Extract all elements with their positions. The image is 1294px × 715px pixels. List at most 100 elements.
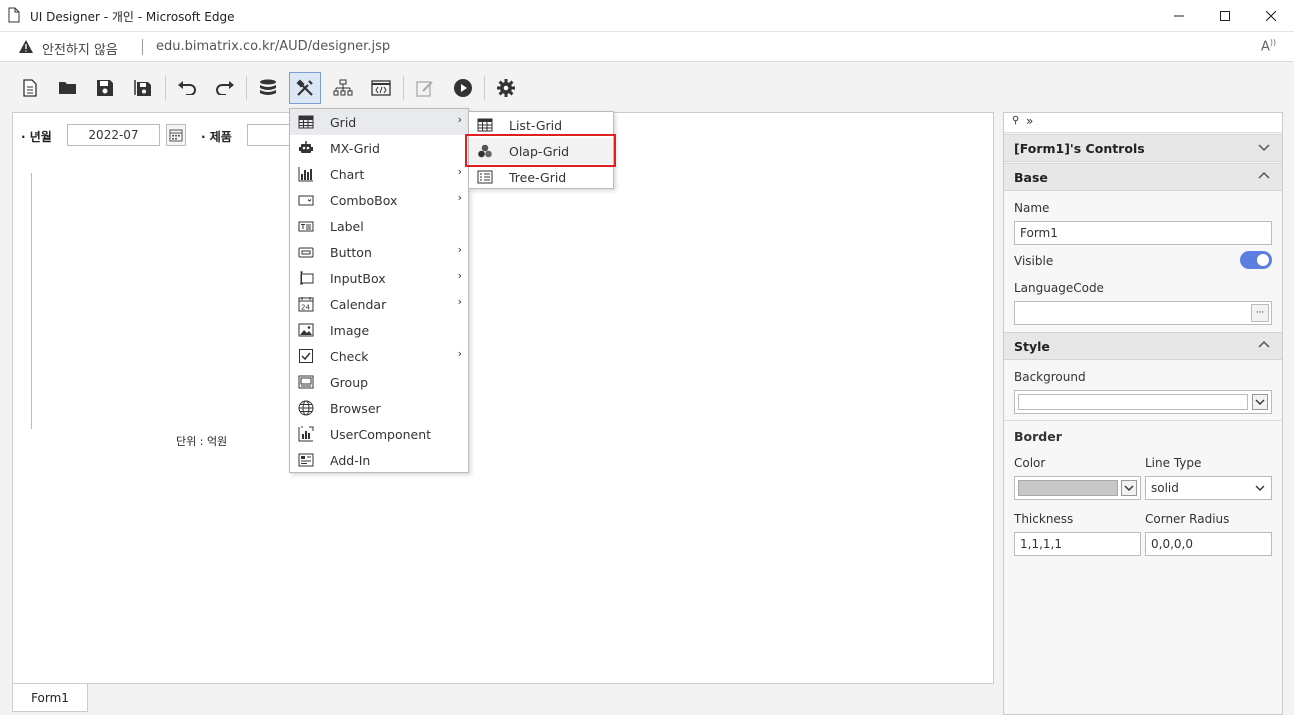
line-type-value: solid [1151, 481, 1179, 495]
menu-item-label: Add-In [330, 453, 371, 468]
menu-item-check[interactable]: Check › [290, 343, 468, 369]
minimize-icon [1174, 15, 1184, 17]
security-status[interactable]: 안전하지 않음 [42, 39, 118, 58]
menu-item-group[interactable]: Group [290, 369, 468, 395]
button-icon [298, 247, 314, 258]
open-folder-icon [59, 82, 76, 94]
menu-item-browser[interactable]: Browser [290, 395, 468, 421]
menu-item-label: MX-Grid [330, 141, 380, 156]
chevron-down-icon [1258, 144, 1270, 152]
period-label: · 년월 [21, 130, 52, 144]
designer-toolbar [0, 62, 1294, 108]
product-label: · 제품 [201, 130, 232, 144]
menu-item-inputbox[interactable]: InputBox › [290, 265, 468, 291]
redo-button[interactable] [209, 72, 241, 104]
save-button[interactable] [89, 72, 121, 104]
read-aloud-icon[interactable]: A)) [1261, 38, 1276, 54]
chevron-right-icon: › [457, 347, 462, 360]
color-label: Color [1014, 456, 1046, 470]
warning-icon[interactable] [18, 39, 34, 54]
menu-item-grid[interactable]: Grid › [290, 109, 468, 135]
period-input[interactable]: 2022-07 [67, 124, 160, 146]
menu-item-label: Button [330, 245, 372, 260]
window-titlebar: UI Designer - 개인 - Microsoft Edge [0, 0, 1294, 32]
settings-button[interactable] [490, 72, 522, 104]
close-button[interactable] [1248, 0, 1294, 32]
menu-item-add-in[interactable]: Add-In [290, 447, 468, 473]
calendar-button[interactable] [166, 124, 186, 146]
visible-label: Visible [1014, 254, 1054, 268]
menu-item-chart[interactable]: Chart › [290, 161, 468, 187]
menu-item-label[interactable]: Label [290, 213, 468, 239]
background-dropdown-button[interactable] [1252, 394, 1268, 410]
url-text[interactable]: edu.bimatrix.co.kr/AUD/designer.jsp [156, 39, 390, 54]
menu-item-combobox[interactable]: ComboBox › [290, 187, 468, 213]
hierarchy-button[interactable] [327, 72, 359, 104]
base-section-header[interactable]: Base [1004, 163, 1282, 191]
tab-form1[interactable]: Form1 [12, 684, 88, 712]
maximize-button[interactable] [1202, 0, 1248, 32]
border-color-dropdown-button[interactable] [1121, 480, 1137, 496]
menu-item-usercomponent[interactable]: UserComponent [290, 421, 468, 447]
hierarchy-icon [333, 79, 353, 96]
visible-toggle[interactable] [1240, 251, 1272, 269]
open-button[interactable] [52, 72, 84, 104]
chart-icon [298, 167, 313, 182]
tools-button[interactable] [289, 72, 321, 104]
menu-item-label: Grid [330, 115, 357, 130]
menu-item-button[interactable]: Button › [290, 239, 468, 265]
border-title: Border [1014, 429, 1062, 444]
maximize-icon [1220, 11, 1230, 21]
properties-panel: ⚲ » [Form1]'s Controls Base Name Form1 V… [1003, 112, 1283, 715]
menu-item-label: Chart [330, 167, 365, 182]
database-button[interactable] [252, 72, 284, 104]
border-color-select[interactable] [1014, 476, 1141, 500]
background-select[interactable] [1014, 390, 1272, 414]
name-input[interactable]: Form1 [1014, 221, 1272, 245]
user-component-icon [298, 426, 314, 442]
pin-icon[interactable]: ⚲ [1012, 115, 1019, 126]
submenu-item-tree-grid[interactable]: Tree-Grid [469, 164, 613, 190]
style-section-header[interactable]: Style [1004, 332, 1282, 360]
save-all-button[interactable] [127, 72, 159, 104]
list-grid-icon [477, 118, 493, 132]
check-icon [299, 349, 313, 363]
settings-icon [497, 79, 515, 97]
edit-button[interactable] [409, 72, 441, 104]
toolbar-divider [246, 76, 247, 100]
script-button[interactable] [365, 72, 397, 104]
section-divider [1004, 420, 1282, 421]
menu-item-calendar[interactable]: 24 Calendar › [290, 291, 468, 317]
undo-icon [178, 81, 196, 95]
menu-item-label: UserComponent [330, 427, 432, 442]
menu-item-label: Group [330, 375, 369, 390]
run-icon [454, 79, 472, 97]
grid-icon [298, 115, 314, 129]
expand-icon[interactable]: » [1026, 114, 1033, 128]
minimize-button[interactable] [1156, 0, 1202, 32]
design-canvas[interactable]: · 년월 2022-07 · 제품 단위 : 억원 [12, 112, 994, 684]
run-button[interactable] [447, 72, 479, 104]
tree-grid-icon [477, 170, 493, 184]
language-code-input[interactable] [1014, 301, 1272, 325]
line-type-select[interactable]: solid [1145, 476, 1272, 500]
thickness-input[interactable]: 1,1,1,1 [1014, 532, 1141, 556]
chevron-right-icon: › [457, 191, 462, 204]
menu-item-image[interactable]: Image [290, 317, 468, 343]
label-icon [298, 221, 314, 232]
corner-radius-input[interactable]: 0,0,0,0 [1145, 532, 1272, 556]
corner-radius-label: Corner Radius [1145, 512, 1230, 526]
new-document-button[interactable] [14, 72, 46, 104]
controls-header[interactable]: [Form1]'s Controls [1004, 134, 1282, 162]
language-code-more-button[interactable]: ··· [1251, 304, 1269, 322]
menu-item-mx-grid[interactable]: MX-Grid [290, 135, 468, 161]
chevron-up-icon [1258, 340, 1270, 348]
controls-header-label: [Form1]'s Controls [1014, 140, 1145, 156]
chevron-down-icon [1124, 485, 1134, 491]
menu-item-label: Browser [330, 401, 381, 416]
undo-button[interactable] [171, 72, 203, 104]
page-icon [8, 7, 20, 23]
window-title: UI Designer - 개인 - Microsoft Edge [30, 10, 235, 24]
highlight-box [465, 134, 616, 167]
inputbox-icon [300, 271, 314, 285]
